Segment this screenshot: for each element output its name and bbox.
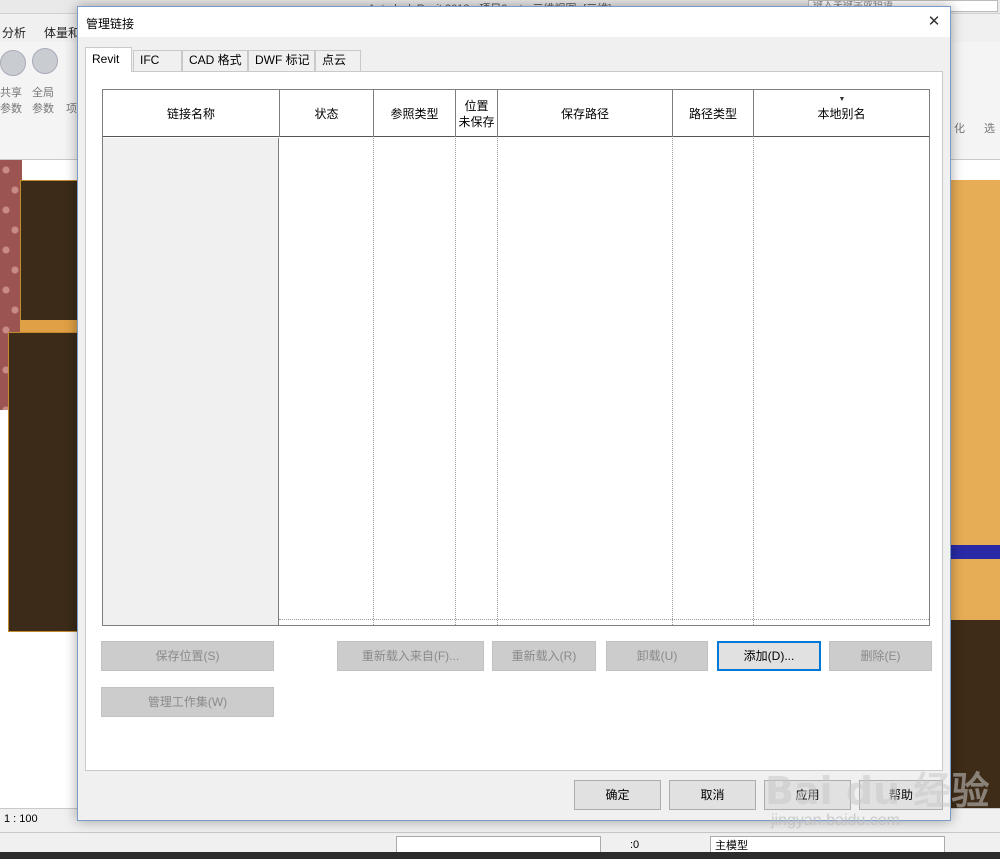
shared-parameters-icon[interactable]	[0, 50, 26, 76]
col-saved-path[interactable]: 保存路径	[498, 90, 673, 137]
global-parameters-icon[interactable]	[32, 48, 58, 74]
tab-ifc[interactable]: IFC	[133, 50, 182, 71]
shared-params-label-1: 共享	[0, 87, 22, 99]
save-positions-button[interactable]: 保存位置(S)	[101, 641, 274, 671]
ok-button[interactable]: 确定	[574, 780, 661, 810]
remove-button[interactable]: 删除(E)	[829, 641, 932, 671]
ribbon-right-label-a: 化	[954, 123, 965, 135]
col-divider	[672, 138, 673, 625]
links-table[interactable]: 链接名称 状态 参照类型 位置 未保存 保存路径 路径类型 ▼ 本地别名	[102, 89, 930, 626]
col-divider	[497, 138, 498, 625]
col-local-alias[interactable]: ▼ 本地别名	[754, 90, 929, 137]
view-scale[interactable]: 1 : 100	[4, 813, 38, 825]
table-header: 链接名称 状态 参照类型 位置 未保存 保存路径 路径类型 ▼ 本地别名	[103, 90, 929, 137]
manage-links-dialog: 管理链接 ✕ Revit IFC CAD 格式 DWF 标记 点云 链接名称 状…	[77, 6, 951, 821]
add-button[interactable]: 添加(D)...	[717, 641, 821, 671]
close-icon[interactable]: ✕	[924, 13, 944, 31]
shared-params-label-2: 参数	[0, 103, 22, 115]
manage-worksets-button[interactable]: 管理工作集(W)	[101, 687, 274, 717]
col-reference-type[interactable]: 参照类型	[374, 90, 456, 137]
wood-block-model	[20, 180, 78, 340]
col-divider	[373, 138, 374, 625]
col-status[interactable]: 状态	[280, 90, 374, 137]
sort-caret-icon: ▼	[838, 96, 846, 103]
tab-cad-formats[interactable]: CAD 格式	[182, 50, 248, 71]
ribbon-tab-massing[interactable]: 体量和	[44, 24, 80, 41]
tab-panel-revit: 链接名称 状态 参照类型 位置 未保存 保存路径 路径类型 ▼ 本地别名 保存位…	[85, 71, 943, 771]
wood-block-model-2	[8, 332, 78, 632]
dialog-body: Revit IFC CAD 格式 DWF 标记 点云 链接名称 状态 参照类型 …	[78, 37, 950, 820]
ribbon-tab-analyze[interactable]: 分析	[2, 24, 26, 41]
dialog-title: 管理链接	[86, 17, 135, 31]
col-link-name[interactable]: 链接名称	[103, 90, 280, 137]
help-button[interactable]: 帮助	[859, 780, 943, 810]
tab-dwf-markups[interactable]: DWF 标记	[248, 50, 315, 71]
taskbar	[0, 852, 1000, 859]
col-position-not-saved[interactable]: 位置 未保存	[456, 90, 498, 137]
tab-point-clouds[interactable]: 点云	[315, 50, 361, 71]
project-params-label: 项	[66, 103, 77, 115]
unload-button[interactable]: 卸载(U)	[606, 641, 708, 671]
global-params-label-2: 参数	[32, 103, 54, 115]
apply-button[interactable]: 应用	[764, 780, 851, 810]
cancel-button[interactable]: 取消	[669, 780, 756, 810]
tab-revit[interactable]: Revit	[85, 47, 132, 72]
reload-from-button[interactable]: 重新载入来自(F)...	[337, 641, 484, 671]
col-divider	[455, 138, 456, 625]
reload-button[interactable]: 重新载入(R)	[492, 641, 596, 671]
table-bottom-line	[279, 619, 929, 620]
blue-edge-model	[950, 545, 1000, 559]
col-divider	[753, 138, 754, 625]
col-path-type[interactable]: 路径类型	[673, 90, 754, 137]
global-params-label-1: 全局	[32, 87, 54, 99]
row-header-column	[103, 138, 279, 625]
dark-wood-model	[950, 620, 1000, 808]
dialog-titlebar[interactable]: 管理链接 ✕	[78, 7, 950, 37]
ribbon-right-label-b: 选	[984, 123, 995, 135]
